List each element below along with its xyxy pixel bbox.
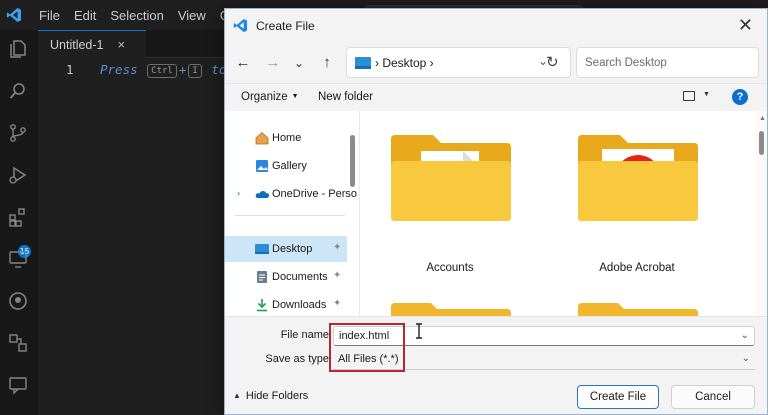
chevron-down-icon[interactable]: ⌄ bbox=[742, 353, 750, 364]
pin-icon: ✦ bbox=[333, 242, 342, 253]
navigation-bar: ← → ⌄ ↑ › Desktop › ⌄ ↻ Search Desktop bbox=[225, 43, 767, 83]
navigation-scrollbar[interactable] bbox=[349, 117, 355, 313]
scrollbar-thumb[interactable] bbox=[759, 131, 764, 155]
tab-label: Untitled-1 bbox=[50, 37, 104, 52]
folder-item[interactable]: Adobe Acrobat bbox=[572, 125, 702, 295]
menu-edit[interactable]: Edit bbox=[67, 8, 103, 23]
desktop-folder-icon bbox=[355, 57, 371, 69]
dialog-footer: ▲ Hide Folders Create File Cancel bbox=[225, 376, 767, 414]
sidebar-item-label: OneDrive - Perso bbox=[272, 188, 357, 200]
sidebar-item-gallery[interactable]: Gallery bbox=[225, 153, 347, 179]
hint-key-i: I bbox=[188, 64, 202, 78]
view-options-icon[interactable] bbox=[683, 91, 695, 101]
sidebar-item-home[interactable]: Home bbox=[225, 125, 347, 151]
address-bar[interactable]: › Desktop › ⌄ bbox=[346, 47, 571, 78]
sidebar-item-label: Documents bbox=[272, 271, 328, 283]
vscode-logo-icon bbox=[6, 8, 21, 22]
chevron-right-icon[interactable]: › bbox=[237, 188, 240, 198]
create-file-dialog: Create File ✕ ← → ⌄ ↑ › Desktop › ⌄ ↻ Se… bbox=[224, 8, 768, 415]
vscode-logo-icon bbox=[233, 18, 248, 33]
documents-icon bbox=[257, 271, 267, 283]
save-as-type-label: Save as type bbox=[265, 353, 329, 365]
divider bbox=[235, 215, 345, 216]
command-bar: Organize ▼ New folder ▼ ? bbox=[225, 83, 767, 111]
remote-explorer-icon[interactable] bbox=[7, 248, 29, 270]
file-list: Accounts Adobe Acrobat ▲ bbox=[361, 111, 767, 321]
extensions-icon[interactable] bbox=[7, 206, 29, 228]
close-icon[interactable]: ✕ bbox=[738, 15, 753, 36]
up-button[interactable]: ↑ bbox=[317, 53, 337, 73]
hint-press: Press bbox=[100, 62, 138, 77]
dialog-title: Create File bbox=[256, 19, 315, 33]
sidebar-item-label: Gallery bbox=[272, 160, 307, 172]
cancel-button[interactable]: Cancel bbox=[671, 385, 755, 409]
desktop-icon bbox=[255, 244, 269, 254]
file-name-label: File name bbox=[280, 329, 329, 341]
folder-label: Adobe Acrobat bbox=[599, 262, 675, 274]
activity-bar: 15 bbox=[0, 30, 38, 415]
source-control-icon[interactable] bbox=[7, 122, 29, 144]
acrobat-folder-icon bbox=[578, 135, 698, 221]
onedrive-icon bbox=[255, 191, 269, 198]
pin-icon: ✦ bbox=[333, 298, 342, 309]
sidebar-item-downloads[interactable]: Downloads ✦ bbox=[225, 292, 347, 318]
back-button[interactable]: ← bbox=[233, 53, 253, 73]
folder-item[interactable]: Accounts bbox=[385, 125, 515, 295]
sidebar-item-label: Downloads bbox=[272, 299, 327, 311]
organize-label: Organize bbox=[241, 91, 288, 103]
chat-icon[interactable] bbox=[7, 374, 29, 396]
caret-up-icon: ▲ bbox=[233, 391, 241, 400]
create-file-button[interactable]: Create File bbox=[577, 385, 659, 409]
caret-down-icon[interactable]: ▼ bbox=[703, 91, 710, 98]
downloads-icon bbox=[257, 299, 267, 312]
search-box[interactable]: Search Desktop bbox=[576, 47, 759, 78]
dialog-titlebar: Create File ✕ bbox=[225, 9, 767, 43]
hide-folders-label: Hide Folders bbox=[245, 390, 309, 402]
address-path: › Desktop › bbox=[375, 56, 434, 70]
tab-close-icon[interactable]: × bbox=[118, 37, 126, 52]
sidebar-item-onedrive[interactable]: › OneDrive - Perso bbox=[225, 181, 357, 207]
menu-view[interactable]: View bbox=[171, 8, 213, 23]
github-icon[interactable] bbox=[7, 290, 29, 312]
folder-icon bbox=[391, 135, 511, 221]
search-icon[interactable] bbox=[7, 80, 29, 102]
navigation-pane: Home Gallery › OneDrive - Perso Desktop … bbox=[225, 111, 360, 316]
folder-label: Accounts bbox=[426, 262, 474, 274]
sidebar-item-desktop[interactable]: Desktop ✦ bbox=[225, 236, 347, 262]
scrollbar-thumb[interactable] bbox=[350, 135, 355, 187]
panels-icon[interactable] bbox=[7, 332, 29, 354]
save-form: File name index.html ⌄ Save as type All … bbox=[225, 316, 767, 376]
chevron-down-icon[interactable]: ⌄ bbox=[741, 330, 749, 341]
dialog-body: Home Gallery › OneDrive - Perso Desktop … bbox=[225, 111, 767, 321]
tab-untitled-1[interactable]: Untitled-1 × bbox=[38, 30, 146, 58]
text-cursor-icon bbox=[416, 323, 422, 339]
home-icon bbox=[255, 131, 269, 145]
gallery-icon bbox=[256, 160, 268, 172]
organize-button[interactable]: Organize ▼ bbox=[241, 91, 299, 103]
line-number: 1 bbox=[66, 62, 74, 77]
hint-plus: + bbox=[178, 62, 187, 77]
new-folder-button[interactable]: New folder bbox=[318, 91, 373, 103]
help-icon[interactable]: ? bbox=[732, 89, 748, 105]
highlight-annotation bbox=[329, 323, 405, 372]
search-placeholder: Search Desktop bbox=[585, 57, 667, 69]
explorer-icon[interactable] bbox=[7, 38, 29, 60]
menu-file[interactable]: File bbox=[32, 8, 67, 23]
editor-hint: Press Ctrl+I to a bbox=[100, 62, 241, 78]
hint-key-ctrl: Ctrl bbox=[147, 64, 177, 78]
forward-button[interactable]: → bbox=[263, 53, 283, 73]
caret-down-icon: ▼ bbox=[291, 93, 299, 100]
scroll-up-icon[interactable]: ▲ bbox=[759, 115, 766, 122]
refresh-icon[interactable]: ↻ bbox=[546, 53, 559, 71]
run-debug-icon[interactable] bbox=[7, 164, 29, 186]
sidebar-item-documents[interactable]: Documents ✦ bbox=[225, 264, 347, 290]
sidebar-item-label: Desktop bbox=[272, 243, 313, 255]
hide-folders-button[interactable]: ▲ Hide Folders bbox=[233, 390, 308, 402]
menu-selection[interactable]: Selection bbox=[103, 8, 170, 23]
recent-locations-button[interactable]: ⌄ bbox=[289, 53, 309, 73]
pin-icon: ✦ bbox=[333, 270, 342, 281]
file-list-scrollbar[interactable]: ▲ bbox=[755, 111, 767, 316]
sidebar-item-label: Home bbox=[272, 132, 302, 144]
